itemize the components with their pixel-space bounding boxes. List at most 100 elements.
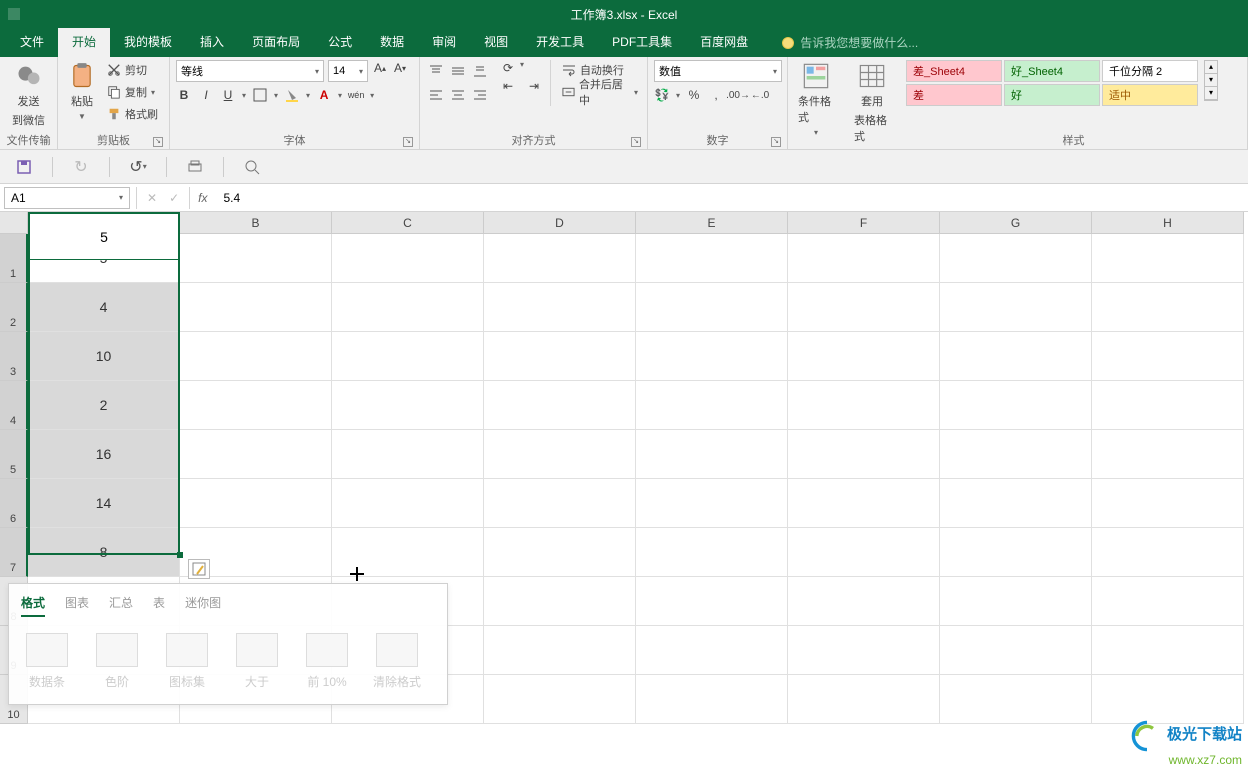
cell-D7[interactable]	[484, 528, 636, 577]
qa-item[interactable]: 大于	[231, 633, 283, 690]
active-cell[interactable]: 5	[29, 213, 179, 260]
align-top-button[interactable]	[426, 60, 446, 82]
name-box[interactable]: A1▾	[4, 187, 130, 209]
undo-button[interactable]: ↺▾	[128, 157, 148, 177]
cell-H10[interactable]	[1092, 675, 1244, 724]
increase-decimal-button[interactable]: .00→	[730, 87, 746, 103]
qa-item[interactable]: 前 10%	[301, 633, 353, 690]
cell-E4[interactable]	[636, 381, 788, 430]
cell-F8[interactable]	[788, 577, 940, 626]
percent-button[interactable]: %	[686, 87, 702, 103]
cell-C7[interactable]	[332, 528, 484, 577]
quick-analysis-panel[interactable]: 格式 图表 汇总 表 迷你图 数据条色阶图标集大于前 10%清除格式	[8, 583, 448, 705]
cell-E9[interactable]	[636, 626, 788, 675]
cell-B3[interactable]	[180, 332, 332, 381]
cell-G8[interactable]	[940, 577, 1092, 626]
cell-G3[interactable]	[940, 332, 1092, 381]
style-good[interactable]: 好	[1004, 84, 1100, 106]
cell-F5[interactable]	[788, 430, 940, 479]
tab-data[interactable]: 数据	[366, 28, 418, 57]
tab-review[interactable]: 审阅	[418, 28, 470, 57]
border-button[interactable]	[252, 87, 268, 103]
cell-C4[interactable]	[332, 381, 484, 430]
row-header-5[interactable]: 5	[0, 430, 28, 479]
cell-B4[interactable]	[180, 381, 332, 430]
tab-templates[interactable]: 我的模板	[110, 28, 186, 57]
qa-item[interactable]: 图标集	[161, 633, 213, 690]
quick-analysis-button[interactable]	[188, 559, 210, 579]
tab-pdf[interactable]: PDF工具集	[598, 28, 686, 57]
send-to-wechat-button[interactable]: 发送 到微信	[8, 60, 49, 130]
cell-C1[interactable]	[332, 234, 484, 283]
orientation-button[interactable]: ⟳	[500, 60, 516, 76]
row-header-6[interactable]: 6	[0, 479, 28, 528]
select-all-corner[interactable]	[0, 212, 28, 234]
increase-font-button[interactable]: A▴	[372, 60, 388, 76]
style-good-sheet4[interactable]: 好_Sheet4	[1004, 60, 1100, 82]
cell-D6[interactable]	[484, 479, 636, 528]
dialog-launcher-icon[interactable]: ↘	[631, 137, 641, 147]
row-header-1[interactable]: 1	[0, 234, 28, 283]
align-middle-button[interactable]	[448, 60, 468, 82]
font-name-combo[interactable]: 等线▾	[176, 60, 324, 82]
cell-D8[interactable]	[484, 577, 636, 626]
underline-button[interactable]: U	[220, 87, 236, 103]
accept-formula-button[interactable]: ✓	[169, 191, 179, 205]
align-center-button[interactable]	[448, 84, 468, 106]
cell-E7[interactable]	[636, 528, 788, 577]
tab-file[interactable]: 文件	[6, 28, 58, 57]
phonetic-button[interactable]: wén	[348, 87, 364, 103]
cell-A3[interactable]: 10	[28, 332, 180, 381]
cell-E1[interactable]	[636, 234, 788, 283]
cell-G4[interactable]	[940, 381, 1092, 430]
decrease-font-button[interactable]: A▾	[392, 60, 408, 76]
align-bottom-button[interactable]	[470, 60, 490, 82]
style-neutral[interactable]: 适中	[1102, 84, 1198, 106]
cell-H3[interactable]	[1092, 332, 1244, 381]
cell-A6[interactable]: 14	[28, 479, 180, 528]
cell-H9[interactable]	[1092, 626, 1244, 675]
cell-H2[interactable]	[1092, 283, 1244, 332]
cell-H6[interactable]	[1092, 479, 1244, 528]
style-thousand[interactable]: 千位分隔 2	[1102, 60, 1198, 82]
cell-D9[interactable]	[484, 626, 636, 675]
cell-A2[interactable]: 4	[28, 283, 180, 332]
copy-button[interactable]: 复制▾	[104, 82, 161, 102]
cell-B6[interactable]	[180, 479, 332, 528]
cell-E10[interactable]	[636, 675, 788, 724]
qa-item[interactable]: 清除格式	[371, 633, 423, 690]
cell-H7[interactable]	[1092, 528, 1244, 577]
spreadsheet[interactable]: 12345678910 ABCDEFGH 5410216148 5 格式 图表 …	[0, 212, 1248, 772]
cut-button[interactable]: 剪切	[104, 60, 161, 80]
cell-G10[interactable]	[940, 675, 1092, 724]
cell-G5[interactable]	[940, 430, 1092, 479]
cell-E5[interactable]	[636, 430, 788, 479]
qa-tab-spark[interactable]: 迷你图	[185, 594, 221, 617]
cell-F4[interactable]	[788, 381, 940, 430]
tab-home[interactable]: 开始	[58, 28, 110, 57]
qa-tab-format[interactable]: 格式	[21, 594, 45, 617]
cell-C5[interactable]	[332, 430, 484, 479]
cell-F3[interactable]	[788, 332, 940, 381]
zoom-button[interactable]	[242, 157, 262, 177]
col-header-F[interactable]: F	[788, 212, 940, 234]
cell-G2[interactable]	[940, 283, 1092, 332]
cell-D4[interactable]	[484, 381, 636, 430]
cell-F6[interactable]	[788, 479, 940, 528]
bold-button[interactable]: B	[176, 87, 192, 103]
row-header-2[interactable]: 2	[0, 283, 28, 332]
cancel-formula-button[interactable]: ✕	[147, 191, 157, 205]
dialog-launcher-icon[interactable]: ↘	[153, 137, 163, 147]
cell-E3[interactable]	[636, 332, 788, 381]
col-header-H[interactable]: H	[1092, 212, 1244, 234]
cell-B2[interactable]	[180, 283, 332, 332]
cell-H5[interactable]	[1092, 430, 1244, 479]
col-header-B[interactable]: B	[180, 212, 332, 234]
qa-item[interactable]: 色阶	[91, 633, 143, 690]
cell-E2[interactable]	[636, 283, 788, 332]
decrease-decimal-button[interactable]: ←.0	[752, 87, 768, 103]
cell-D1[interactable]	[484, 234, 636, 283]
style-bad-sheet4[interactable]: 差_Sheet4	[906, 60, 1002, 82]
align-right-button[interactable]	[470, 84, 490, 106]
cell-F7[interactable]	[788, 528, 940, 577]
